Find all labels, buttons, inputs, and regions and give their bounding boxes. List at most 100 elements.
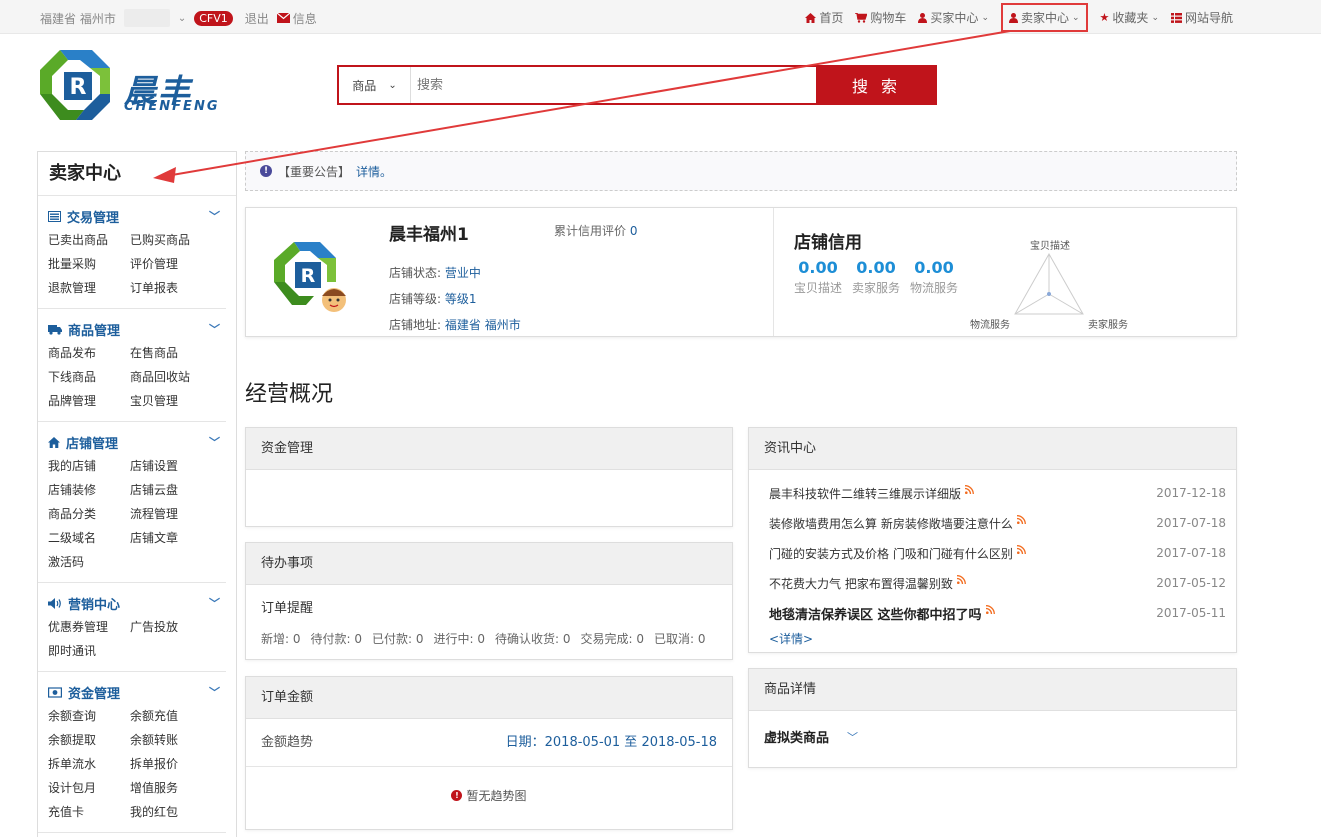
chevron-down-icon[interactable]: ⌄	[178, 13, 186, 24]
sidebar-link-brands[interactable]: 品牌管理	[48, 389, 130, 413]
score-label: 物流服务	[910, 281, 959, 295]
sidebar-link-store-articles[interactable]: 店铺文章	[130, 526, 212, 550]
sidebar-link-my-store[interactable]: 我的店铺	[48, 454, 130, 478]
star-icon: ★	[1099, 11, 1110, 24]
chevron-down-icon[interactable]: ﹀	[847, 729, 858, 745]
sidebar-link-activation-code[interactable]: 激活码	[48, 550, 130, 574]
card-divider	[773, 208, 774, 336]
sidebar-link-on-sale[interactable]: 在售商品	[130, 341, 212, 365]
announcement-bar: ! 【重要公告】 详情。	[245, 151, 1237, 191]
nav-favorites-label: 收藏夹	[1112, 11, 1149, 25]
news-title[interactable]: 不花费大力气 把家布置得温馨别致	[769, 575, 953, 592]
date-range[interactable]: 日期：2018-05-01 至 2018-05-18	[506, 719, 717, 766]
news-item[interactable]: 地毯清洁保养误区 这些你都中招了吗 2017-05-11	[769, 598, 1226, 628]
stat-new[interactable]: 新增: 0	[261, 630, 301, 647]
stat-cancelled[interactable]: 已取消: 0	[654, 630, 706, 647]
sidebar-link-subdomain[interactable]: 二级域名	[48, 526, 130, 550]
sidebar-link-publish-product[interactable]: 商品发布	[48, 341, 130, 365]
search-input[interactable]	[411, 67, 816, 103]
stat-in-progress[interactable]: 进行中: 0	[434, 630, 486, 647]
news-title[interactable]: 门碰的安装方式及价格 门吸和门碰有什么区别	[769, 545, 1013, 562]
sidebar-link-refunds[interactable]: 退款管理	[48, 276, 130, 300]
goods-type-select[interactable]: 虚拟类商品 ﹀	[749, 711, 1236, 762]
sidebar-link-offline[interactable]: 下线商品	[48, 365, 130, 389]
sidebar-link-items[interactable]: 宝贝管理	[130, 389, 212, 413]
chevron-down-icon: ⌄	[1151, 12, 1159, 23]
chevron-down-icon[interactable]: ﹀	[209, 595, 220, 611]
sidebar-link-categories[interactable]: 商品分类	[48, 502, 130, 526]
credit-value[interactable]: 0	[630, 224, 638, 238]
news-more-link[interactable]: <详情>	[769, 630, 1226, 647]
user-icon	[918, 12, 928, 23]
sidebar-section-header[interactable]: 店铺管理 ﹀	[48, 430, 220, 454]
sidebar-link-store-cloud[interactable]: 店铺云盘	[130, 478, 212, 502]
chevron-down-icon[interactable]: ﹀	[209, 321, 220, 337]
nav-site-map[interactable]: 网站导航	[1170, 9, 1233, 26]
store-level-label: 店铺等级:	[389, 292, 442, 306]
sidebar-link-design-monthly[interactable]: 设计包月	[48, 776, 130, 800]
radar-label-left: 物流服务	[970, 320, 1010, 331]
news-title[interactable]: 装修敞墙费用怎么算 新房装修敞墙要注意什么	[769, 515, 1013, 532]
nav-favorites[interactable]: ★ 收藏夹 ⌄	[1100, 9, 1159, 26]
sidebar-link-purchased-items[interactable]: 已购买商品	[130, 228, 212, 252]
announcement-details-link[interactable]: 详情。	[356, 163, 392, 180]
sidebar-link-workflow[interactable]: 流程管理	[130, 502, 212, 526]
news-item[interactable]: 门碰的安装方式及价格 门吸和门碰有什么区别 2017-07-18	[769, 538, 1226, 568]
sidebar-link-balance[interactable]: 余额查询	[48, 704, 130, 728]
alert-icon: !	[451, 790, 463, 801]
logout-link[interactable]: 退出	[245, 10, 269, 27]
sidebar-link-order-reports[interactable]: 订单报表	[130, 276, 212, 300]
sidebar-link-recharge-card[interactable]: 充值卡	[48, 800, 130, 824]
sidebar-link-coupons[interactable]: 优惠券管理	[48, 615, 130, 639]
news-title[interactable]: 晨丰科技软件二维转三维展示详细版	[769, 485, 961, 502]
nav-home[interactable]: 首页	[805, 9, 843, 26]
news-date: 2017-05-12	[1156, 576, 1226, 590]
sidebar-link-recharge[interactable]: 余额充值	[130, 704, 212, 728]
news-item[interactable]: 晨丰科技软件二维转三维展示详细版 2017-12-18	[769, 478, 1226, 508]
news-title[interactable]: 地毯清洁保养误区 这些你都中招了吗	[769, 604, 982, 623]
sidebar-section-funds: 资金管理 ﹀ 余额查询 余额充值 余额提取 余额转账 拆单流水 拆单报价 设计包…	[38, 672, 226, 833]
chevron-down-icon[interactable]: ﹀	[209, 208, 220, 224]
stat-paid[interactable]: 已付款: 0	[372, 630, 424, 647]
search-category-select[interactable]: 商品 ⌄	[339, 67, 411, 103]
sidebar-section-title: 资金管理	[68, 686, 121, 702]
sidebar-link-split-flow[interactable]: 拆单流水	[48, 752, 130, 776]
nav-buyer-center[interactable]: 买家中心 ⌄	[918, 9, 989, 26]
rating-radar: 宝贝描述 物流服务 卖家服务	[963, 234, 1143, 334]
stat-completed[interactable]: 交易完成: 0	[581, 630, 645, 647]
sidebar-link-ads[interactable]: 广告投放	[130, 615, 212, 639]
sidebar-section-header[interactable]: 商品管理 ﹀	[48, 317, 220, 341]
news-item[interactable]: 不花费大力气 把家布置得温馨别致 2017-05-12	[769, 568, 1226, 598]
nav-cart[interactable]: 购物车	[855, 9, 906, 26]
score-description: 0.00 宝贝描述	[794, 258, 842, 296]
sidebar-link-reviews[interactable]: 评价管理	[130, 252, 212, 276]
rss-icon	[1016, 544, 1026, 554]
sidebar-link-store-settings[interactable]: 店铺设置	[130, 454, 212, 478]
sidebar-section-header[interactable]: 营销中心 ﹀	[48, 591, 220, 615]
search-button[interactable]: 搜 索	[816, 65, 937, 105]
sidebar-link-split-quote[interactable]: 拆单报价	[130, 752, 212, 776]
sidebar-link-bulk-purchase[interactable]: 批量采购	[48, 252, 130, 276]
sidebar-link-recycle-bin[interactable]: 商品回收站	[130, 365, 212, 389]
sidebar-link-red-packet[interactable]: 我的红包	[130, 800, 212, 824]
chevron-down-icon[interactable]: ﹀	[209, 434, 220, 450]
sidebar-link-im[interactable]: 即时通讯	[48, 639, 130, 663]
nav-seller-center[interactable]: 卖家中心 ⌄	[1000, 3, 1088, 32]
sidebar-link-store-decor[interactable]: 店铺装修	[48, 478, 130, 502]
sidebar-section-header[interactable]: 交易管理 ﹀	[48, 204, 220, 228]
level-badge: CFV1	[194, 10, 233, 26]
store-level-value[interactable]: 等级1	[445, 292, 477, 306]
sidebar-link-transfer[interactable]: 余额转账	[130, 728, 212, 752]
sidebar-section-marketing: 营销中心 ﹀ 优惠券管理 广告投放 即时通讯	[38, 583, 226, 672]
sidebar-link-value-added[interactable]: 增值服务	[130, 776, 212, 800]
nav-sitemap-label: 网站导航	[1184, 11, 1233, 25]
chevron-down-icon: ⌄	[981, 12, 989, 23]
stat-awaiting-receipt[interactable]: 待确认收货: 0	[495, 630, 571, 647]
stat-pending-payment[interactable]: 待付款: 0	[311, 630, 363, 647]
messages-link[interactable]: 信息	[276, 10, 317, 27]
sidebar-link-sold-items[interactable]: 已卖出商品	[48, 228, 130, 252]
sidebar-link-withdraw[interactable]: 余额提取	[48, 728, 130, 752]
chevron-down-icon[interactable]: ﹀	[209, 684, 220, 700]
sidebar-section-header[interactable]: 资金管理 ﹀	[48, 680, 220, 704]
news-item[interactable]: 装修敞墙费用怎么算 新房装修敞墙要注意什么 2017-07-18	[769, 508, 1226, 538]
